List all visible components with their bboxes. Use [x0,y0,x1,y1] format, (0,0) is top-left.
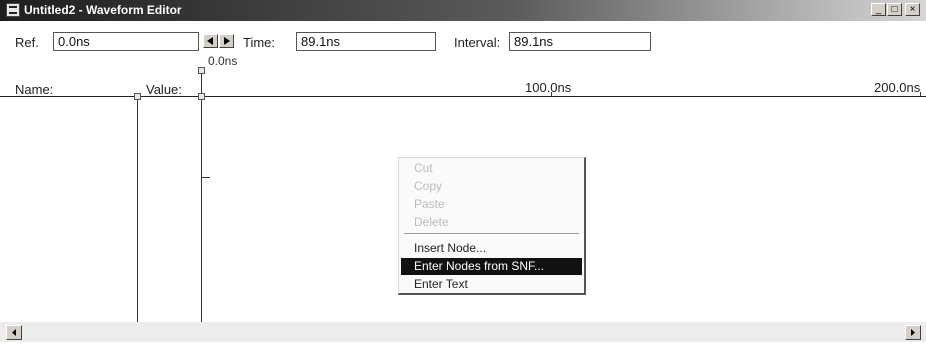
horizontal-scrollbar[interactable] [0,322,926,342]
time-label: Time: [243,35,276,50]
scroll-right-icon [911,329,915,336]
ref-marker-label: 0.0ns [208,54,238,68]
waveform-app-icon[interactable] [6,3,20,17]
name-column-divider[interactable] [137,100,138,322]
minimize-icon[interactable]: _ [871,3,886,16]
reference-line[interactable] [201,100,202,322]
value-column-label: Value: [146,82,182,97]
arrow-left-icon [207,37,213,45]
window-controls: _ □ × [871,3,920,16]
ref-label: Ref. [15,35,39,50]
name-column-label: Name: [15,82,54,97]
scroll-left-icon [12,329,16,336]
close-icon[interactable]: × [905,3,920,16]
maximize-icon[interactable]: □ [887,3,902,16]
menu-item-cut[interactable]: Cut [401,160,582,177]
time-tick-label: 100.0ns [525,80,572,95]
previous-transition-button[interactable] [203,34,218,48]
interval-label: Interval: [454,35,501,50]
menu-item-delete[interactable]: Delete [401,214,582,231]
time-field[interactable]: 89.1ns [296,32,436,51]
name-column-splitter-handle[interactable] [134,93,141,100]
menu-item-copy[interactable]: Copy [401,178,582,195]
value-column-splitter-handle[interactable] [198,93,205,100]
scroll-right-button[interactable] [905,325,921,340]
menu-item-paste[interactable]: Paste [401,196,582,213]
title-bar: Untitled2 - Waveform Editor _ □ × [0,0,926,21]
next-transition-button[interactable] [219,34,234,48]
ref-marker-handle[interactable] [198,67,205,74]
time-tick-label: 200.0ns [874,80,921,95]
arrow-right-icon [224,37,230,45]
scroll-left-button[interactable] [6,325,22,340]
menu-item-enter-text[interactable]: Enter Text [401,276,582,293]
ref-field[interactable]: 0.0ns [53,32,199,51]
menu-item-enter-nodes-from-snf[interactable]: Enter Nodes from SNF... [401,258,582,275]
menu-separator [404,233,579,235]
interval-field[interactable]: 89.1ns [509,32,651,51]
window-title: Untitled2 - Waveform Editor [24,3,182,17]
reference-line-tick [202,177,210,178]
context-menu: Cut Copy Paste Delete Insert Node... Ent… [398,157,586,295]
menu-item-insert-node[interactable]: Insert Node... [401,240,582,257]
